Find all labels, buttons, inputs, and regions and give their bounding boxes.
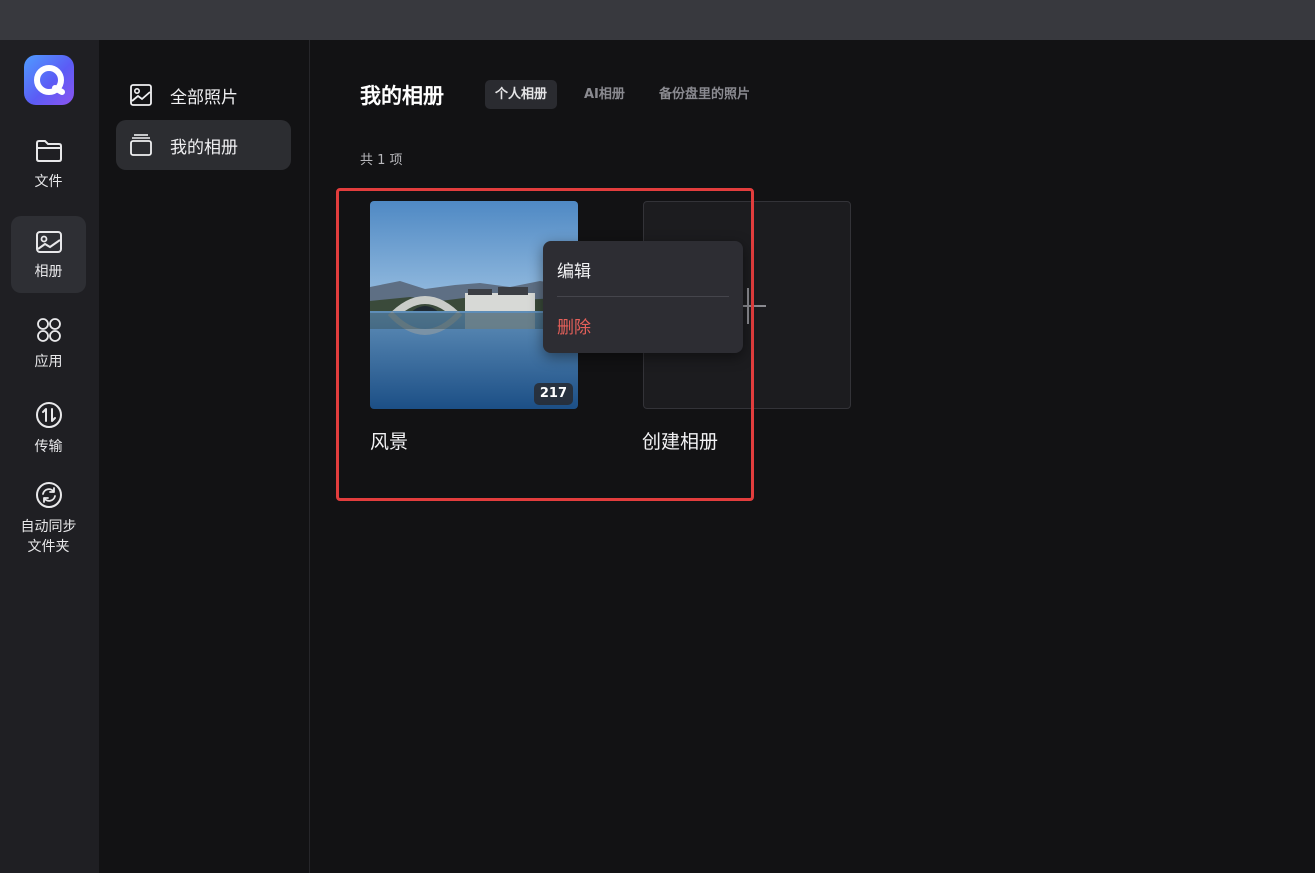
rail-item-albums[interactable]: 相册 [11,216,86,293]
sync-icon [35,481,63,513]
rail-item-sync-folder[interactable]: 自动同步 文件夹 [11,481,86,561]
transfer-icon [35,401,63,433]
photo-album-icon [35,230,63,258]
rail-item-sync-label-2: 文件夹 [27,539,70,555]
rail-item-files-label: 文件 [34,174,63,190]
apps-grid-icon [35,316,63,348]
nav-rail: 文件 相册 应用 传输 自动同步 文件夹 [0,40,99,873]
sidebar-item-my-albums[interactable]: 我的相册 [116,120,291,170]
menu-item-edit[interactable]: 编辑 [557,257,591,282]
photo-icon [128,82,154,108]
rail-item-transfer-label: 传输 [34,439,63,455]
context-menu: 编辑 删除 [543,241,743,353]
rail-item-apps[interactable]: 应用 [11,316,86,376]
tab-backup-photos[interactable]: 备份盘里的照片 [649,80,760,109]
album-sidebar: 全部照片 我的相册 [99,40,310,873]
album-stack-icon [128,132,154,158]
sidebar-item-all-photos-label: 全部照片 [170,87,238,108]
app-logo-icon[interactable] [24,55,74,105]
folder-icon [35,138,63,168]
rail-item-albums-label: 相册 [34,264,63,280]
rail-item-transfer[interactable]: 传输 [11,401,86,461]
menu-divider [557,296,729,297]
sidebar-item-all-photos[interactable]: 全部照片 [116,70,291,120]
tab-personal-albums[interactable]: 个人相册 [485,80,558,109]
rail-item-apps-label: 应用 [34,354,63,370]
item-count: 共 1 项 [360,153,403,168]
main-content: 我的相册 个人相册 AI相册 备份盘里的照片 共 1 项 217 风景 创建相册… [311,40,1315,873]
tab-ai-albums[interactable]: AI相册 [574,80,635,109]
rail-item-files[interactable]: 文件 [11,138,86,198]
menu-item-delete[interactable]: 删除 [557,313,591,338]
sidebar-item-my-albums-label: 我的相册 [170,137,238,158]
title-bar [0,0,1315,40]
page-title: 我的相册 [360,84,444,108]
rail-item-sync-label: 自动同步 [20,519,77,535]
